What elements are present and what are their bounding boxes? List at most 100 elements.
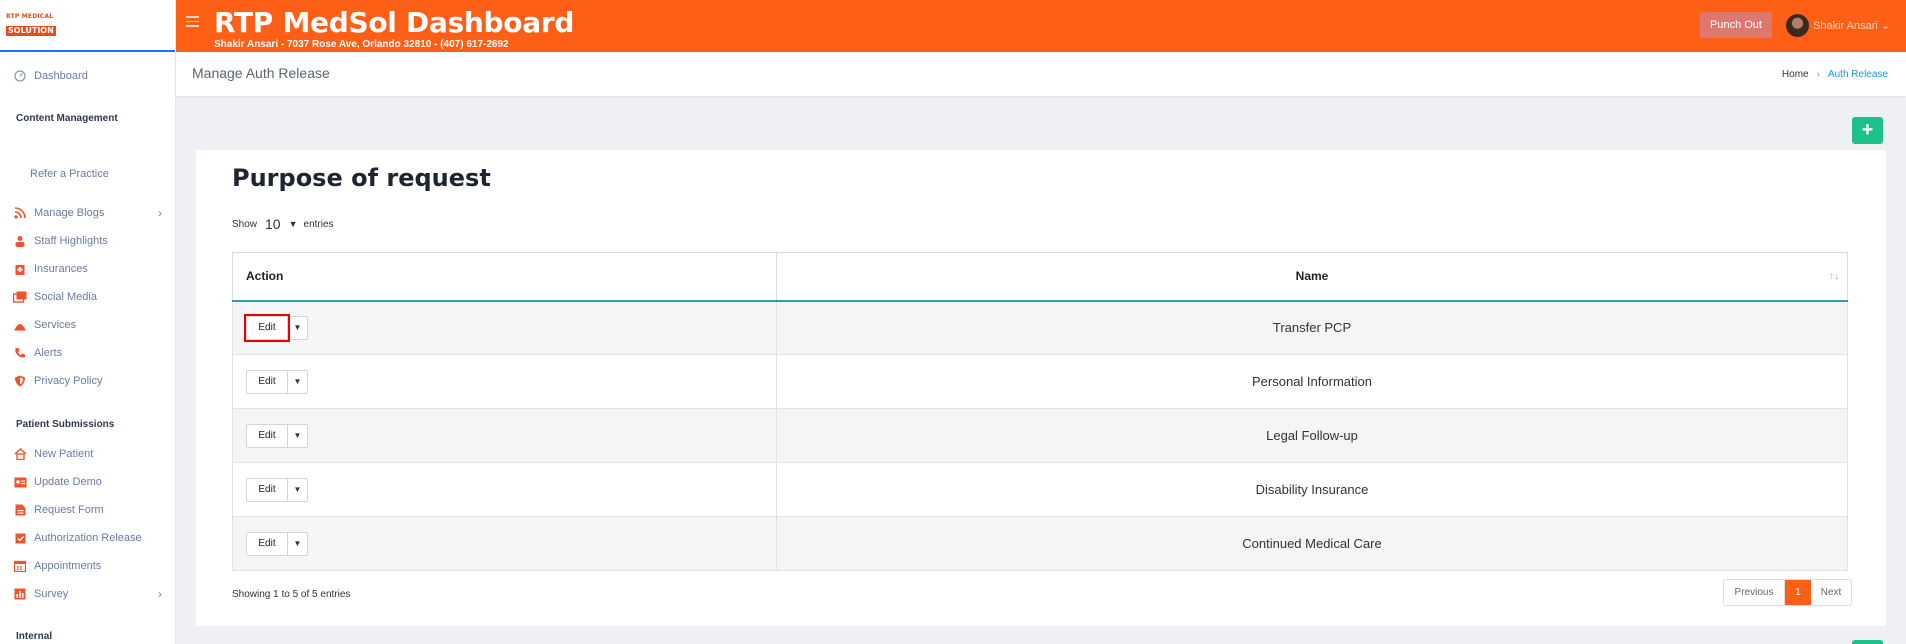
services-bell-icon: [13, 318, 27, 332]
app-title: RTP MedSol Dashboard: [214, 6, 575, 39]
edit-button[interactable]: Edit: [244, 313, 290, 342]
content-card: Purpose of request Show 10 ▼ entries Act…: [196, 150, 1886, 626]
section-internal: Internal: [16, 631, 53, 642]
data-table: Action Name ↑↓ Edit ▼ Transfer PCP Edit …: [232, 252, 1848, 571]
column-header-name-label: Name: [1295, 269, 1329, 284]
plus-icon: +: [1861, 119, 1874, 141]
page-header-bar: Manage Auth Release Home › Auth Release: [176, 52, 1906, 96]
top-header: RTP MedSol Dashboard Shakir Ansari - 703…: [176, 0, 1906, 52]
sidebar-item-label: Privacy Policy: [34, 375, 103, 387]
sidebar-item-alerts[interactable]: Alerts: [0, 343, 176, 363]
sidebar-item-insurances[interactable]: Insurances: [0, 259, 176, 279]
user-menu[interactable]: Shakir Ansari ⌄: [1813, 19, 1890, 32]
logo-line1: RTP MEDICAL: [6, 13, 54, 20]
sidebar-item-label: New Patient: [34, 448, 94, 460]
avatar[interactable]: [1786, 14, 1809, 37]
entries-select[interactable]: 10 ▼: [265, 216, 298, 232]
name-cell: Personal Information: [776, 354, 1848, 409]
add-button[interactable]: +: [1852, 117, 1883, 144]
action-cell: Edit ▼: [232, 300, 777, 355]
sidebar-item-label: Staff Highlights: [34, 235, 108, 247]
punch-out-button[interactable]: Punch Out: [1700, 12, 1772, 38]
sidebar-item-manage-blogs[interactable]: Manage Blogs ›: [0, 203, 176, 223]
hamburger-menu-icon[interactable]: [186, 16, 199, 27]
social-photo-icon: [13, 290, 27, 304]
edit-button-group: Edit ▼: [244, 313, 308, 342]
edit-button-group: Edit ▼: [246, 477, 308, 502]
pagination: Previous 1 Next: [1723, 579, 1852, 606]
sidebar-item-update-demo[interactable]: Update Demo: [0, 472, 176, 492]
sidebar-item-label: Authorization Release: [34, 532, 142, 544]
sidebar-item-authorization-release[interactable]: Authorization Release: [0, 528, 176, 548]
edit-button[interactable]: Edit: [247, 371, 287, 393]
edit-button-group: Edit ▼: [246, 423, 308, 448]
chevron-right-icon: ›: [158, 587, 162, 601]
table-row: Edit ▼ Disability Insurance: [232, 462, 1848, 517]
entries-label: entries: [303, 218, 334, 230]
sidebar-item-appointments[interactable]: Appointments: [0, 556, 176, 576]
page-title: Manage Auth Release: [192, 65, 330, 81]
previous-button[interactable]: Previous: [1724, 580, 1785, 605]
sidebar-item-staff-highlights[interactable]: Staff Highlights: [0, 231, 176, 251]
form-document-icon: [13, 503, 27, 517]
column-header-name[interactable]: Name ↑↓: [776, 252, 1848, 302]
section-content-management: Content Management: [16, 113, 118, 124]
table-row: Edit ▼ Legal Follow-up: [232, 408, 1848, 463]
user-name: Shakir Ansari: [1813, 20, 1878, 32]
sidebar-item-dashboard[interactable]: Dashboard: [0, 66, 176, 86]
column-header-action: Action: [232, 252, 777, 302]
sidebar-item-label: Request Form: [34, 504, 104, 516]
caret-down-icon[interactable]: ▼: [287, 370, 307, 393]
staff-user-icon: [13, 234, 27, 248]
sidebar-item-label: Update Demo: [34, 476, 102, 488]
breadcrumb: Home › Auth Release: [1782, 69, 1888, 80]
caret-down-icon[interactable]: ▼: [287, 424, 307, 447]
table-row: Edit ▼ Personal Information: [232, 354, 1848, 409]
breadcrumb-home-link[interactable]: Home: [1782, 69, 1809, 80]
sidebar-item-request-form[interactable]: Request Form: [0, 500, 176, 520]
sidebar-item-social-media[interactable]: Social Media: [0, 287, 176, 307]
chevron-down-icon: ▼: [288, 219, 298, 229]
sidebar-item-survey[interactable]: Survey ›: [0, 584, 176, 604]
next-button[interactable]: Next: [1811, 580, 1851, 605]
sidebar-item-privacy-policy[interactable]: Privacy Policy: [0, 371, 176, 391]
chevron-right-icon: ›: [1816, 69, 1820, 80]
entries-length-control: Show 10 ▼ entries: [232, 216, 334, 232]
logo-line2: SOLUTION: [6, 26, 56, 36]
sort-icon[interactable]: ↑↓: [1829, 271, 1839, 282]
sidebar-item-label: Services: [34, 319, 77, 331]
sidebar-item-label: Dashboard: [34, 70, 88, 82]
edit-button-group: Edit ▼: [246, 531, 308, 556]
sidebar-item-refer-practice[interactable]: Refer a Practice: [0, 164, 176, 184]
sidebar-item-new-patient[interactable]: New Patient: [0, 444, 176, 464]
caret-down-icon[interactable]: ▼: [287, 532, 307, 555]
hospital-icon: [13, 262, 27, 276]
home-icon: [13, 447, 27, 461]
add-button-partial[interactable]: [1852, 640, 1883, 644]
caret-down-icon[interactable]: ▼: [287, 478, 307, 501]
blog-rss-icon: [13, 206, 27, 220]
id-card-icon: [13, 475, 27, 489]
name-cell: Transfer PCP: [776, 300, 1848, 355]
action-cell: Edit ▼: [232, 462, 777, 517]
edit-button-group: Edit ▼: [246, 369, 308, 394]
sidebar-item-label: Manage Blogs: [34, 207, 105, 219]
breadcrumb-current-link[interactable]: Auth Release: [1828, 69, 1888, 80]
edit-button[interactable]: Edit: [247, 425, 287, 447]
page-1-button[interactable]: 1: [1785, 580, 1811, 605]
section-patient-submissions: Patient Submissions: [16, 419, 115, 430]
sidebar-item-services[interactable]: Services: [0, 315, 176, 335]
logo[interactable]: RTP MEDICAL SOLUTION: [6, 14, 62, 36]
name-cell: Legal Follow-up: [776, 408, 1848, 463]
edit-button[interactable]: Edit: [247, 479, 287, 501]
action-cell: Edit ▼: [232, 408, 777, 463]
edit-button[interactable]: Edit: [247, 533, 287, 555]
chevron-right-icon: ›: [158, 206, 162, 220]
table-info: Showing 1 to 5 of 5 entries: [232, 589, 351, 600]
action-cell: Edit ▼: [232, 354, 777, 409]
entries-select-value: 10: [265, 216, 281, 232]
sidebar-item-label: Social Media: [34, 291, 97, 303]
sidebar-item-label: Refer a Practice: [30, 168, 109, 180]
caret-down-icon[interactable]: ▼: [287, 316, 307, 339]
clipboard-check-icon: [13, 531, 27, 545]
